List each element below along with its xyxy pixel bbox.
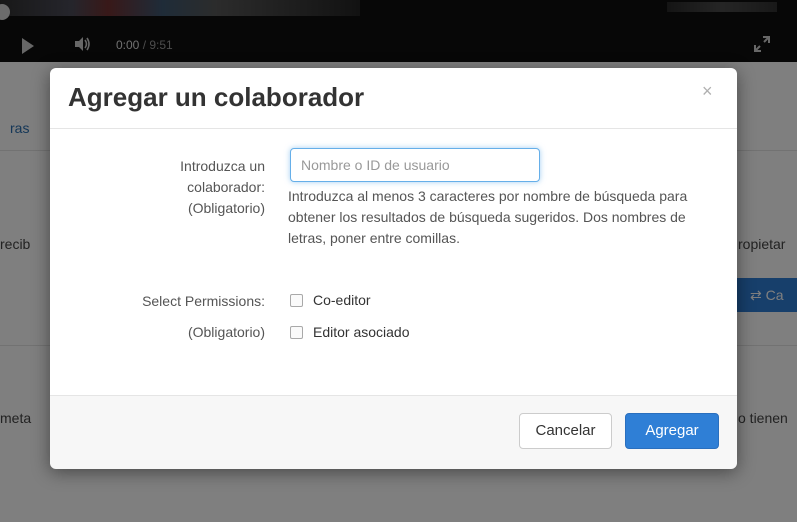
- cancel-button[interactable]: Cancelar: [519, 413, 612, 449]
- checkbox-label: Co-editor: [313, 292, 371, 308]
- add-button[interactable]: Agregar: [625, 413, 719, 449]
- label-line: Select Permissions:: [142, 293, 265, 309]
- label-line: Introduzca un: [180, 158, 265, 174]
- label-line: (Obligatorio): [187, 324, 265, 340]
- modal-footer: Cancelar Agregar: [50, 395, 737, 469]
- collaborator-label: Introduzca un colaborador: (Obligatorio): [180, 156, 265, 219]
- close-icon[interactable]: ×: [702, 82, 713, 100]
- modal-title: Agregar un colaborador: [68, 82, 365, 112]
- label-line: (Obligatorio): [187, 200, 265, 216]
- associate-editor-checkbox[interactable]: [290, 325, 303, 339]
- label-line: colaborador:: [187, 179, 265, 195]
- help-text: Introduzca al menos 3 caracteres por nom…: [288, 188, 688, 246]
- modal-header: Agregar un colaborador ×: [50, 68, 737, 129]
- add-collaborator-dialog: Agregar un colaborador × Introduzca un c…: [50, 68, 737, 469]
- permissions-label: Select Permissions: (Obligatorio): [142, 291, 265, 343]
- co-editor-checkbox[interactable]: [290, 293, 303, 307]
- permission-co-editor[interactable]: Co-editor: [290, 292, 371, 308]
- checkbox-label: Editor asociado: [313, 324, 410, 340]
- collaborator-search-input[interactable]: [290, 148, 540, 182]
- permission-associate-editor[interactable]: Editor asociado: [290, 324, 410, 340]
